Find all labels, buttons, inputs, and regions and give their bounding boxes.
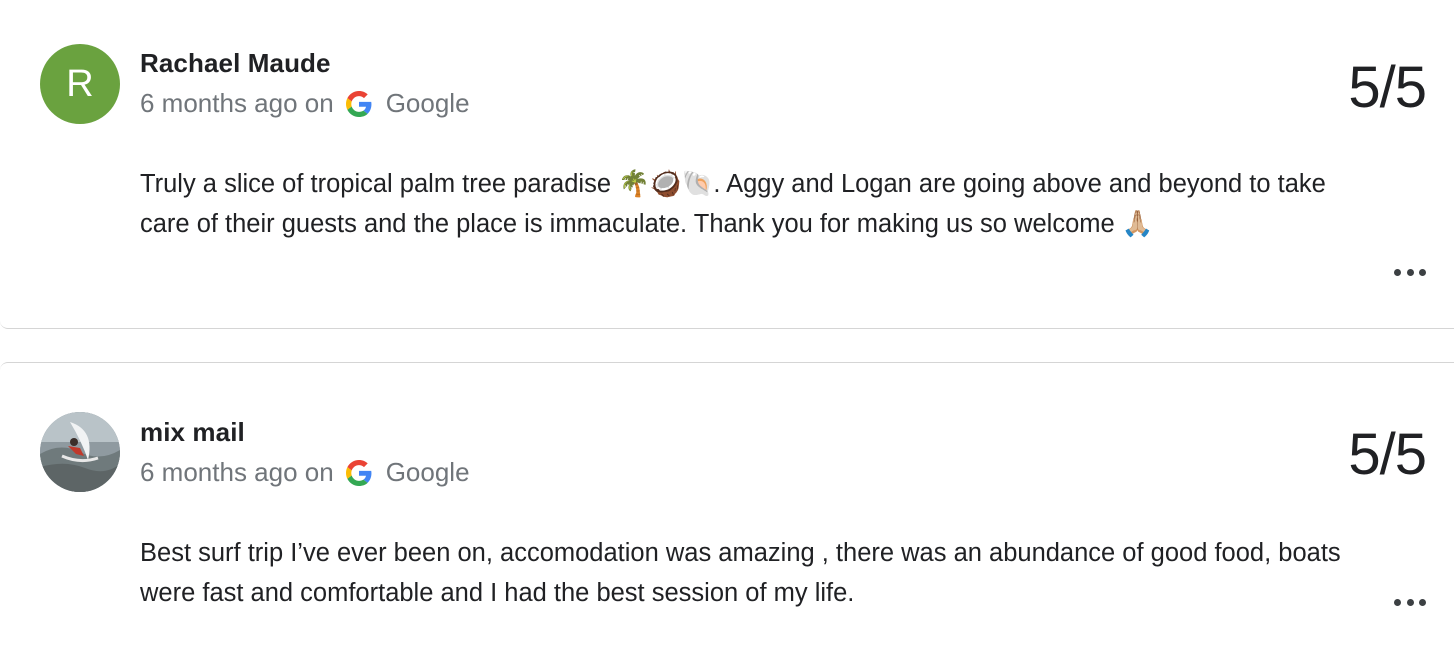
more-options-button[interactable]	[1394, 596, 1426, 608]
more-horizontal-icon	[1394, 598, 1401, 606]
review-card: R Rachael Maude 6 months ago on Google 5…	[0, 0, 1454, 329]
more-horizontal-icon	[1419, 268, 1426, 276]
review-time: 6 months ago on	[140, 457, 334, 487]
review-source: Google	[385, 457, 470, 487]
review-meta: 6 months ago on Google	[140, 88, 470, 119]
more-horizontal-icon	[1394, 268, 1401, 276]
review-source: Google	[385, 88, 470, 118]
avatar-initial: R	[66, 62, 94, 105]
more-horizontal-icon	[1419, 598, 1426, 606]
avatar[interactable]	[40, 412, 120, 492]
google-icon	[345, 90, 372, 117]
reviewer-name[interactable]: Rachael Maude	[140, 48, 331, 79]
review-meta: 6 months ago on Google	[140, 457, 470, 488]
surfer-photo-icon	[40, 412, 120, 492]
more-options-button[interactable]	[1394, 266, 1426, 278]
avatar[interactable]: R	[40, 44, 120, 124]
review-time: 6 months ago on	[140, 88, 334, 118]
review-card: mix mail 6 months ago on Google 5/5 Best…	[0, 362, 1454, 650]
review-text: Truly a slice of tropical palm tree para…	[140, 170, 1326, 238]
more-horizontal-icon	[1406, 598, 1414, 606]
review-score: 5/5	[1348, 422, 1427, 487]
more-horizontal-icon	[1406, 268, 1414, 276]
review-text: Best surf trip I’ve ever been on, accomo…	[140, 539, 1341, 607]
reviewer-name[interactable]: mix mail	[140, 417, 245, 448]
google-icon	[345, 459, 372, 486]
review-score: 5/5	[1348, 55, 1427, 120]
